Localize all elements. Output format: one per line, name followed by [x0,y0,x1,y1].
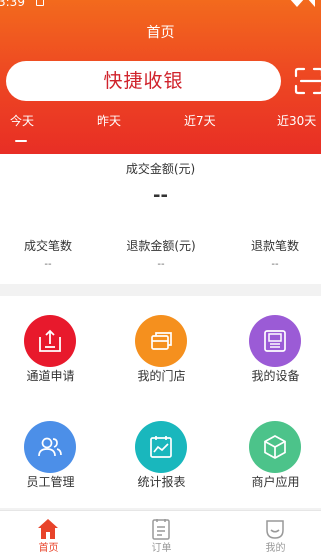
grid-item-channel-apply[interactable]: 通道申请 [0,296,104,402]
date-tabs: 今天 昨天 近7天 近30天 [0,113,321,143]
stat-value: -- [44,259,52,270]
grid-item-my-stores[interactable]: 我的门店 [108,296,215,402]
bottom-tabbar: 首页 订单 我的 [0,510,321,555]
grid-label: 统计报表 [137,475,186,489]
profile-icon [266,520,284,539]
grid-icon-circle [24,421,76,473]
home-icon [38,519,58,539]
tabbar-label: 首页 [38,543,59,554]
grid-item-staff-management[interactable]: 员工管理 [0,402,104,508]
tabbar-home[interactable]: 首页 [0,511,102,555]
stat-refund-count: 退款笔数 -- [230,238,320,272]
amount-label: 成交金额(元) [125,162,196,176]
grid-item-my-devices[interactable]: 我的设备 [222,296,321,402]
grid-icon-circle [249,315,301,367]
grid-label: 我的设备 [251,369,300,383]
stat-value: -- [157,259,165,270]
status-time: 3:39 [0,0,25,9]
chart-icon [150,436,172,458]
sim-icon [36,0,44,6]
grid-label: 商户应用 [251,475,300,489]
cube-icon [264,435,286,459]
grid-icon-circle [24,315,76,367]
tabbar-label: 我的 [265,543,286,554]
feature-grid: 通道申请 我的门店 我的设备 员工管理 统计报表 商户应用 [0,296,321,508]
tabbar-label: 订单 [151,543,172,554]
grid-label: 我的门店 [137,369,186,383]
signal-icon [290,0,315,7]
staff-icon [38,437,62,457]
stat-order-count: 成交笔数 -- [3,238,93,272]
stat-label: 退款金额(元) [126,239,196,253]
grid-icon-circle [249,421,301,473]
grid-icon-circle [135,421,187,473]
store-cards-icon [151,332,172,350]
status-bar: 3:39 [0,0,321,10]
tab-last-30-days[interactable]: 近30天 [277,113,316,129]
tab-indicator [15,140,27,142]
summary-panel: 成交金额(元) -- 成交笔数 -- 退款金额(元) -- 退款笔数 -- [0,154,321,284]
device-icon [264,330,286,352]
quick-pay-button[interactable]: 快捷收银 [6,61,281,101]
stat-label: 退款笔数 [250,239,299,253]
order-icon [152,519,170,540]
stat-label: 成交笔数 [23,239,72,253]
tabbar-profile[interactable]: 我的 [222,511,321,555]
stat-refund-amount: 退款金额(元) -- [116,238,206,272]
tab-last-7-days[interactable]: 近7天 [184,113,216,129]
upload-doc-icon [39,329,61,352]
page-title: 首页 [146,25,175,41]
tabbar-orders[interactable]: 订单 [108,511,215,555]
grid-label: 通道申请 [26,369,75,383]
tab-today[interactable]: 今天 [10,113,34,129]
grid-item-merchant-apps[interactable]: 商户应用 [222,402,321,508]
grid-item-statistics-report[interactable]: 统计报表 [108,402,215,508]
grid-icon-circle [135,315,187,367]
scan-icon[interactable] [294,67,321,95]
stat-value: -- [271,259,279,270]
tab-yesterday[interactable]: 昨天 [97,113,121,129]
amount-value: -- [153,185,168,206]
header: 3:39 首页 快捷收银 今天 昨天 近7天 近30天 [0,0,321,154]
grid-label: 员工管理 [26,475,75,489]
